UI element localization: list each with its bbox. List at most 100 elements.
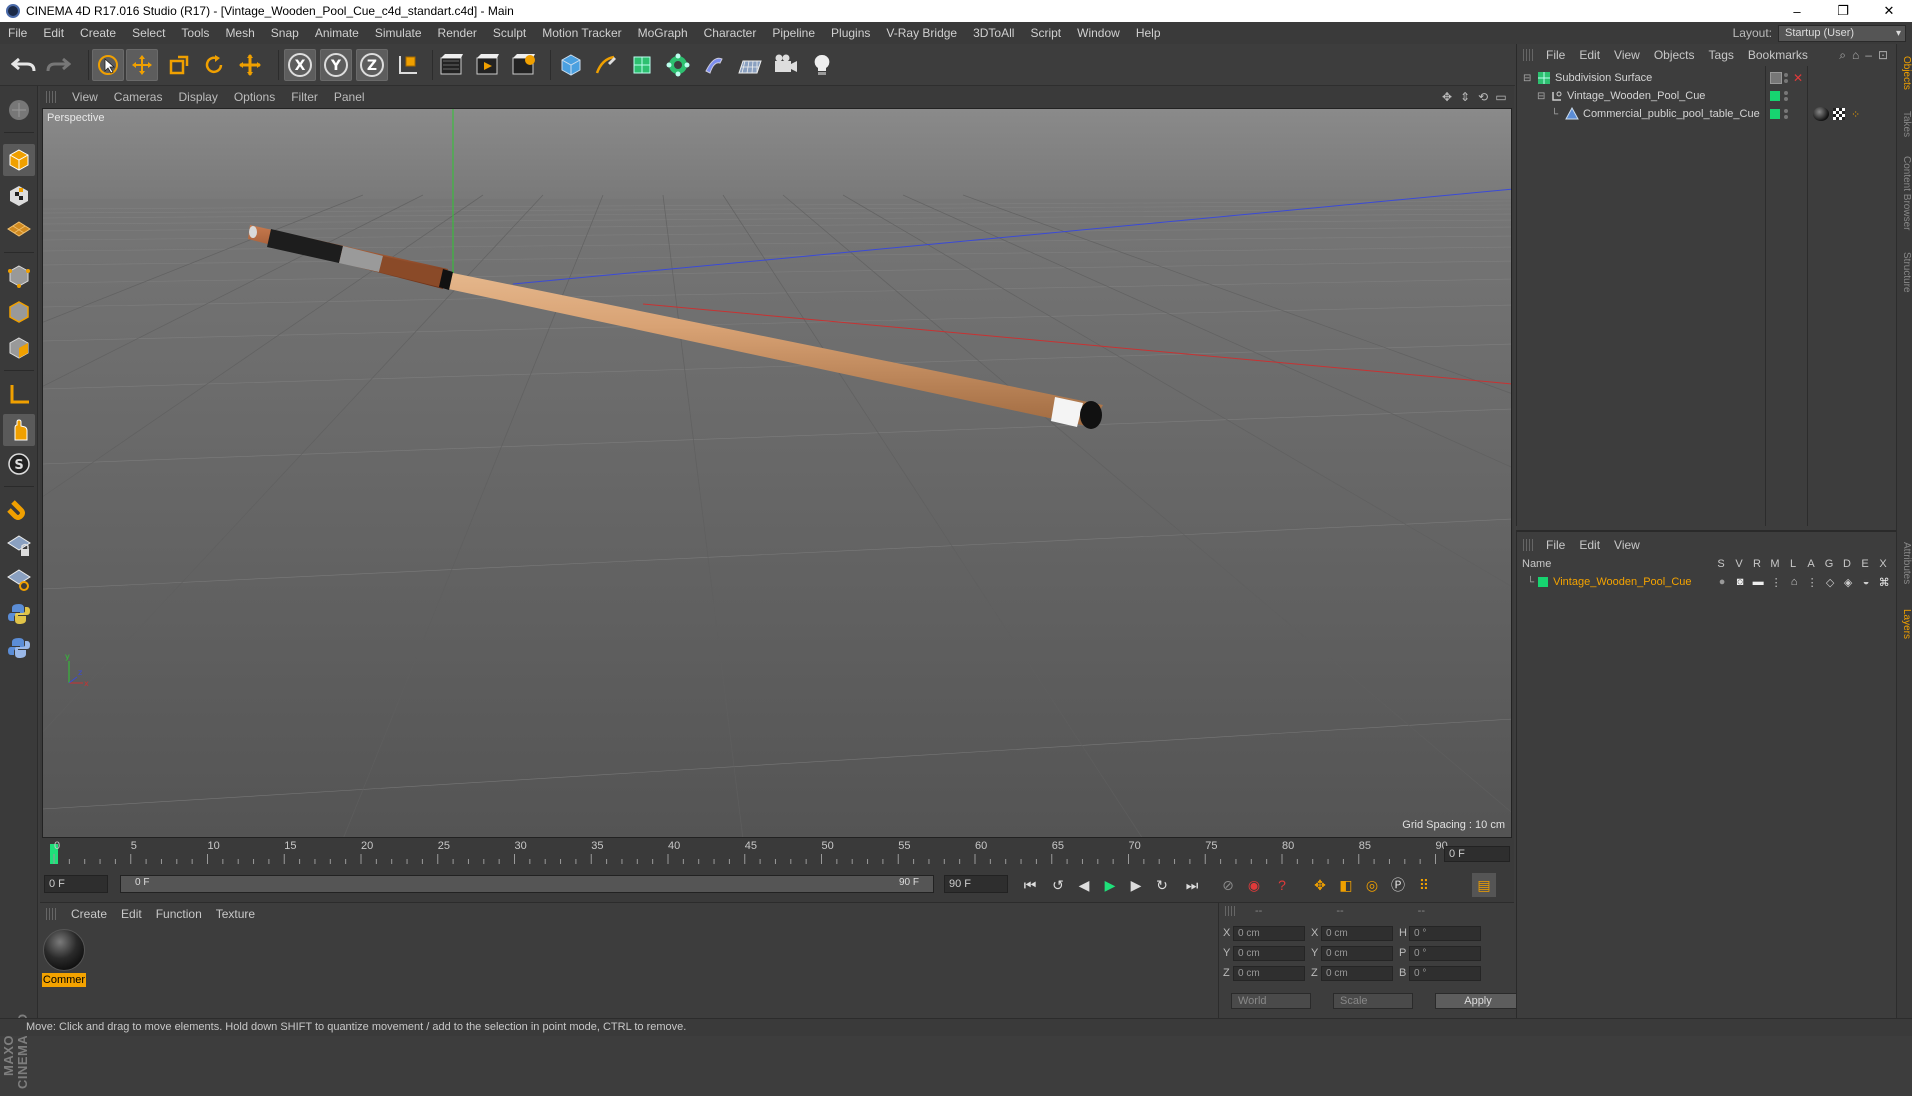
material-menu-function[interactable]: Function <box>149 907 209 921</box>
material-menu-edit[interactable]: Edit <box>114 907 149 921</box>
record-keys-icon[interactable]: ⊘ <box>1216 873 1240 897</box>
layers-menu-view[interactable]: View <box>1607 538 1647 552</box>
size-y-field[interactable]: 0 cm <box>1321 945 1393 961</box>
previous-frame-icon[interactable]: ◀ <box>1072 873 1096 897</box>
next-key-icon[interactable]: ↻ <box>1150 873 1174 897</box>
undo-icon[interactable] <box>8 49 40 81</box>
close-button[interactable]: ✕ <box>1866 0 1912 22</box>
floor-icon[interactable] <box>734 49 766 81</box>
python-plugin-icon[interactable] <box>3 632 35 664</box>
keyframe-selection-icon[interactable]: ? <box>1270 873 1294 897</box>
material-menu-create[interactable]: Create <box>64 907 114 921</box>
maximize-button[interactable]: ❐ <box>1820 0 1866 22</box>
disabled-x-icon[interactable]: ✕ <box>1793 71 1803 85</box>
redo-icon[interactable] <box>42 49 74 81</box>
layer-row[interactable]: └ Vintage_Wooden_Pool_Cue ● ◙ ▬ ⋮ ⌂ ⋮ ◇ … <box>1517 574 1897 590</box>
perspective-viewport[interactable]: y x z Perspective Grid Spacing : 10 cm <box>42 108 1512 838</box>
coordinate-system-icon[interactable] <box>392 49 424 81</box>
texture-mode-icon[interactable] <box>3 180 35 212</box>
current-frame-field[interactable]: 0 F <box>1444 846 1510 862</box>
new-window-icon[interactable]: ⊡ <box>1878 48 1888 63</box>
layer-color-swatch[interactable] <box>1538 577 1549 587</box>
object-row-commercial-cue[interactable]: └ Commercial_public_pool_table_Cue ⁘ <box>1517 104 1897 124</box>
go-to-start-icon[interactable]: ⏮ <box>1018 873 1042 897</box>
deformers-toggle-icon[interactable]: ◈ <box>1839 576 1857 589</box>
viewport-menu-cameras[interactable]: Cameras <box>106 90 171 104</box>
visibility-dots-icon[interactable] <box>1784 91 1788 101</box>
render-view-icon[interactable] <box>436 49 468 81</box>
deformers-column-header[interactable]: D <box>1838 558 1856 570</box>
visibility-dots-icon[interactable] <box>1784 109 1788 119</box>
menu-animate[interactable]: Animate <box>307 26 367 40</box>
object-row-subdivision-surface[interactable]: ⊟ Subdivision Surface ✕ <box>1517 68 1897 88</box>
next-frame-icon[interactable]: ▶ <box>1124 873 1148 897</box>
y-axis-lock-button[interactable]: Y <box>320 49 352 81</box>
make-editable-icon[interactable] <box>3 94 35 126</box>
menu-mesh[interactable]: Mesh <box>217 26 262 40</box>
render-picture-viewer-icon[interactable] <box>472 49 504 81</box>
tab-attributes[interactable]: Attributes <box>1898 530 1912 596</box>
menu-snap[interactable]: Snap <box>263 26 307 40</box>
lock-toggle-icon[interactable]: ⌂ <box>1785 576 1803 588</box>
apply-button[interactable]: Apply <box>1435 993 1521 1009</box>
animation-toggle-icon[interactable]: ⋮ <box>1803 576 1821 589</box>
polygons-mode-icon[interactable] <box>3 332 35 364</box>
view-toggle-icon[interactable]: ◙ <box>1731 576 1749 588</box>
timeline-window-icon[interactable]: ▤ <box>1472 873 1496 897</box>
panel-grip-icon[interactable] <box>46 91 56 103</box>
play-forward-icon[interactable]: ▶ <box>1098 873 1122 897</box>
cube-object-icon[interactable] <box>555 49 587 81</box>
key-pla-icon[interactable]: ⠿ <box>1412 873 1436 897</box>
position-z-field[interactable]: 0 cm <box>1233 965 1305 981</box>
start-frame-field[interactable]: 0 F <box>44 875 108 893</box>
manager-toggle-icon[interactable]: ⋮ <box>1767 576 1785 589</box>
toggle-layout-icon[interactable]: ▭ <box>1494 90 1508 104</box>
objects-menu-view[interactable]: View <box>1607 48 1647 62</box>
material-menu-texture[interactable]: Texture <box>209 907 262 921</box>
position-y-field[interactable]: 0 cm <box>1233 945 1305 961</box>
xref-column-header[interactable]: X <box>1874 558 1892 570</box>
snap-icon[interactable]: S <box>3 448 35 480</box>
menu-create[interactable]: Create <box>72 26 124 40</box>
planar-workplane-icon[interactable] <box>3 564 35 596</box>
expand-toggle-icon[interactable]: ⊟ <box>1523 73 1533 84</box>
x-axis-lock-button[interactable]: X <box>284 49 316 81</box>
points-mode-icon[interactable] <box>3 260 35 292</box>
texture-tag-icon[interactable] <box>1833 108 1845 120</box>
visibility-dots-icon[interactable] <box>1784 73 1788 83</box>
rotate-tool-icon[interactable] <box>198 49 230 81</box>
solo-column-header[interactable]: S <box>1712 558 1730 570</box>
viewport-menu-display[interactable]: Display <box>170 90 225 104</box>
key-rotation-icon[interactable]: ◎ <box>1360 873 1384 897</box>
manager-column-header[interactable]: M <box>1766 558 1784 570</box>
minimize-button[interactable]: – <box>1774 0 1820 22</box>
end-frame-field[interactable]: 90 F <box>944 875 1008 893</box>
menu-character[interactable]: Character <box>696 26 765 40</box>
phong-tag-icon[interactable]: ⁘ <box>1851 108 1860 121</box>
size-x-field[interactable]: 0 cm <box>1321 925 1393 941</box>
locked-column-header[interactable]: L <box>1784 558 1802 570</box>
menu-motion-tracker[interactable]: Motion Tracker <box>534 26 629 40</box>
objects-menu-file[interactable]: File <box>1539 48 1572 62</box>
solo-toggle-icon[interactable]: ● <box>1713 576 1731 588</box>
live-selection-icon[interactable] <box>92 49 124 81</box>
transform-tool-icon[interactable] <box>234 49 266 81</box>
lock-workplane-icon[interactable] <box>3 530 35 562</box>
viewport-menu-view[interactable]: View <box>64 90 106 104</box>
viewport-menu-options[interactable]: Options <box>226 90 283 104</box>
expressions-column-header[interactable]: E <box>1856 558 1874 570</box>
size-mode-select[interactable]: Scale <box>1333 993 1413 1009</box>
preview-range-slider[interactable]: 0 F 90 F <box>120 875 934 893</box>
pen-spline-icon[interactable] <box>590 49 622 81</box>
home-icon[interactable]: ⌂ <box>1852 48 1859 63</box>
menu-help[interactable]: Help <box>1128 26 1169 40</box>
generators-column-header[interactable]: G <box>1820 558 1838 570</box>
scale-tool-icon[interactable] <box>163 49 195 81</box>
material-swatch[interactable]: Commer <box>42 929 86 989</box>
objects-menu-edit[interactable]: Edit <box>1572 48 1607 62</box>
axis-mode-icon[interactable] <box>3 378 35 410</box>
menu-plugins[interactable]: Plugins <box>823 26 878 40</box>
rotation-p-field[interactable]: 0 ° <box>1409 945 1481 961</box>
menu-simulate[interactable]: Simulate <box>367 26 430 40</box>
viewport-menu-filter[interactable]: Filter <box>283 90 326 104</box>
